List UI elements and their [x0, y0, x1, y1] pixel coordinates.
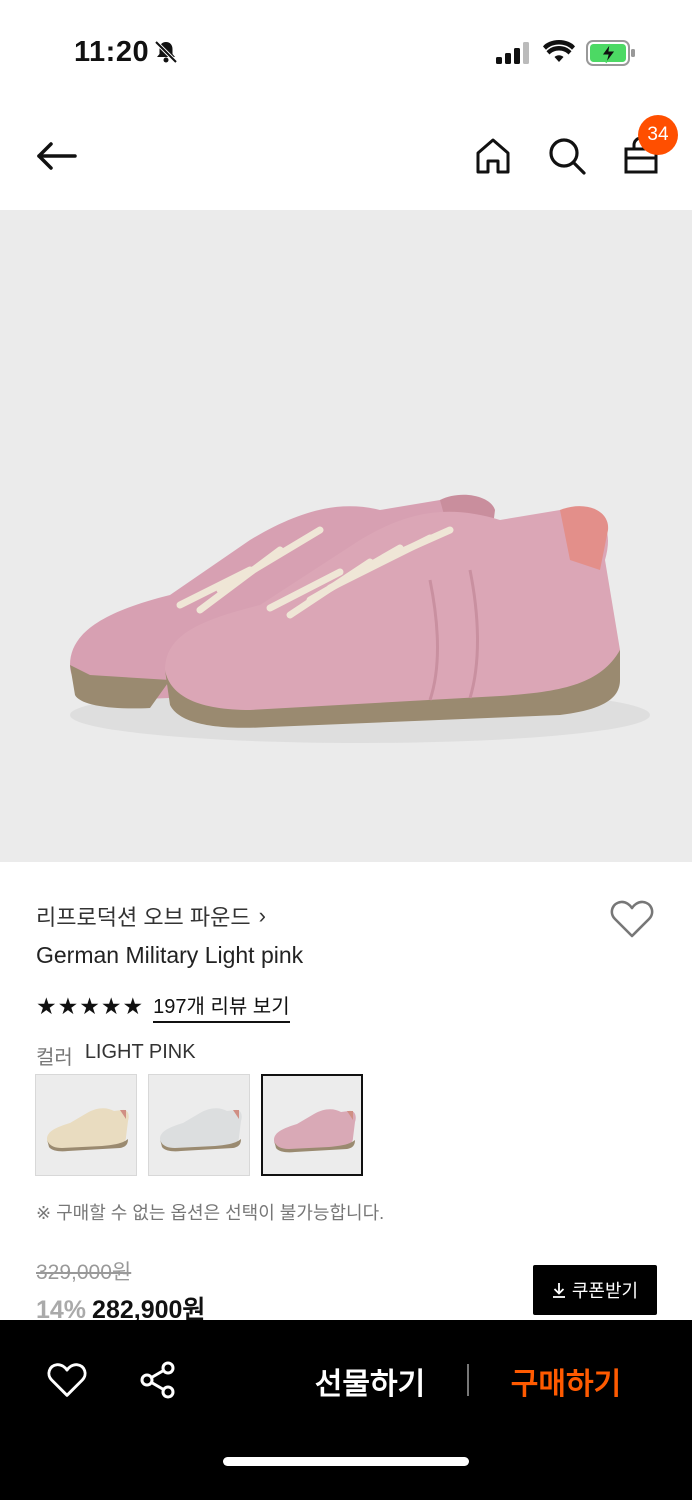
color-swatches	[35, 1074, 363, 1176]
download-icon	[552, 1283, 565, 1298]
heart-outline-icon	[610, 900, 654, 938]
share-button[interactable]	[136, 1358, 180, 1402]
swatch-grey[interactable]	[148, 1074, 250, 1176]
color-label: 컬러	[36, 1047, 73, 1069]
home-icon	[476, 138, 510, 174]
back-button[interactable]	[30, 134, 82, 178]
cart-count-badge: 34	[638, 115, 678, 155]
home-indicator	[223, 1457, 469, 1466]
wifi-icon	[543, 40, 575, 62]
color-option-label: 컬러 LIGHT PINK	[36, 1041, 196, 1070]
original-price: 329,000원	[36, 1261, 132, 1284]
product-image[interactable]	[0, 210, 692, 862]
heart-icon	[47, 1363, 87, 1397]
buy-button[interactable]: 구매하기	[496, 1358, 636, 1404]
wishlist-button[interactable]	[608, 896, 656, 942]
brand-link[interactable]: 리프로덕션 오브 파운드 ›	[36, 900, 266, 932]
status-time: 11:20	[74, 36, 150, 68]
pink-sneaker-thumbnail	[274, 1109, 356, 1153]
brand-name: 리프로덕션 오브 파운드	[36, 905, 251, 930]
coupon-label: 쿠폰받기	[571, 1281, 639, 1301]
back-arrow-icon	[37, 142, 77, 170]
home-button[interactable]	[470, 132, 516, 180]
color-value: LIGHT PINK	[84, 1041, 196, 1063]
status-bar: 11:20	[0, 0, 692, 100]
gift-button[interactable]: 선물하기	[300, 1358, 440, 1404]
option-notice: ※ 구매할 수 없는 옵션은 선택이 불가능합니다.	[36, 1203, 385, 1223]
star-icon: ★	[100, 993, 122, 1019]
chevron-right-icon: ›	[258, 903, 266, 928]
pink-sneakers-image	[70, 494, 650, 743]
bell-off-icon	[154, 40, 178, 64]
grey-sneaker-thumbnail	[160, 1108, 242, 1152]
search-icon	[549, 138, 586, 175]
nav-bar	[0, 100, 692, 210]
swatch-light-pink[interactable]	[261, 1074, 363, 1176]
beige-sneaker-thumbnail	[47, 1108, 129, 1152]
star-icon: ★	[36, 993, 57, 1019]
search-button[interactable]	[544, 132, 590, 180]
star-icon: ★	[57, 993, 79, 1019]
battery-charging-icon	[586, 40, 635, 66]
rating-stars: ★ ★ ★ ★ ★	[36, 995, 143, 1018]
star-icon: ★	[79, 993, 100, 1019]
like-button[interactable]	[44, 1358, 90, 1402]
product-name: German Military Light pink	[36, 942, 304, 968]
coupon-button[interactable]: 쿠폰받기	[533, 1265, 657, 1315]
divider	[467, 1364, 469, 1396]
bottom-action-bar: 선물하기 구매하기	[0, 1320, 692, 1500]
share-icon	[140, 1361, 175, 1399]
signal-icon	[496, 42, 529, 64]
rating-row: ★ ★ ★ ★ ★ 197개 리뷰 보기	[36, 990, 290, 1023]
swatch-beige[interactable]	[35, 1074, 137, 1176]
star-icon: ★	[122, 993, 144, 1019]
review-link[interactable]: 197개 리뷰 보기	[153, 990, 290, 1023]
